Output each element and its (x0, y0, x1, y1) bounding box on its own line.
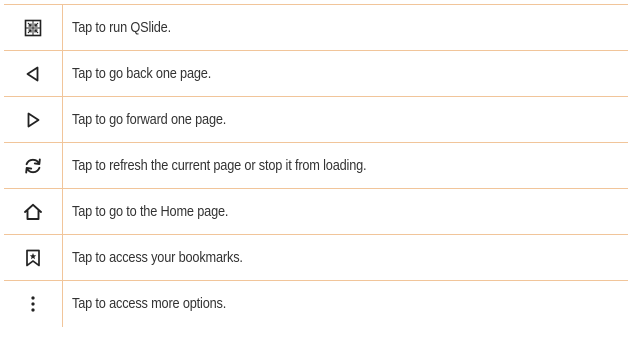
row-description: Tap to refresh the current page or stop … (72, 157, 367, 174)
description-cell: Tap to go to the Home page. (63, 189, 629, 235)
browser-icon-table: Tap to run QSlide. Tap to go back one pa… (4, 4, 628, 327)
icon-cell (4, 234, 63, 281)
row-description: Tap to access more options. (72, 295, 227, 312)
row-description: Tap to go back one page. (72, 65, 212, 82)
home-icon (24, 203, 42, 220)
table-row-refresh: Tap to refresh the current page or stop … (4, 142, 629, 189)
refresh-icon (25, 158, 41, 173)
icon-cell (4, 96, 63, 143)
description-cell: Tap to access more options. (63, 281, 629, 327)
description-cell: Tap to run QSlide. (63, 5, 629, 51)
back-arrow-icon (26, 66, 39, 81)
icon-cell (4, 4, 63, 51)
table-row-back: Tap to go back one page. (4, 50, 629, 97)
icon-cell (4, 188, 63, 235)
icon-cell (4, 50, 63, 97)
table-row-more-options: Tap to access more options. (4, 280, 629, 327)
icon-cell (4, 142, 63, 189)
row-description: Tap to access your bookmarks. (72, 249, 243, 266)
table-row-home: Tap to go to the Home page. (4, 188, 629, 235)
row-description: Tap to go to the Home page. (72, 203, 229, 220)
table-row-qslide: Tap to run QSlide. (4, 4, 629, 51)
more-options-icon (31, 296, 35, 312)
description-cell: Tap to access your bookmarks. (63, 235, 629, 281)
table-row-bookmarks: Tap to access your bookmarks. (4, 234, 629, 281)
bookmark-icon (26, 249, 40, 266)
description-cell: Tap to go forward one page. (63, 97, 629, 143)
row-description: Tap to go forward one page. (72, 111, 227, 128)
icon-cell (4, 280, 63, 327)
description-cell: Tap to refresh the current page or stop … (63, 143, 629, 189)
description-cell: Tap to go back one page. (63, 51, 629, 97)
table-row-forward: Tap to go forward one page. (4, 96, 629, 143)
row-description: Tap to run QSlide. (72, 19, 171, 36)
forward-arrow-icon (27, 112, 40, 127)
qslide-icon (24, 19, 42, 36)
